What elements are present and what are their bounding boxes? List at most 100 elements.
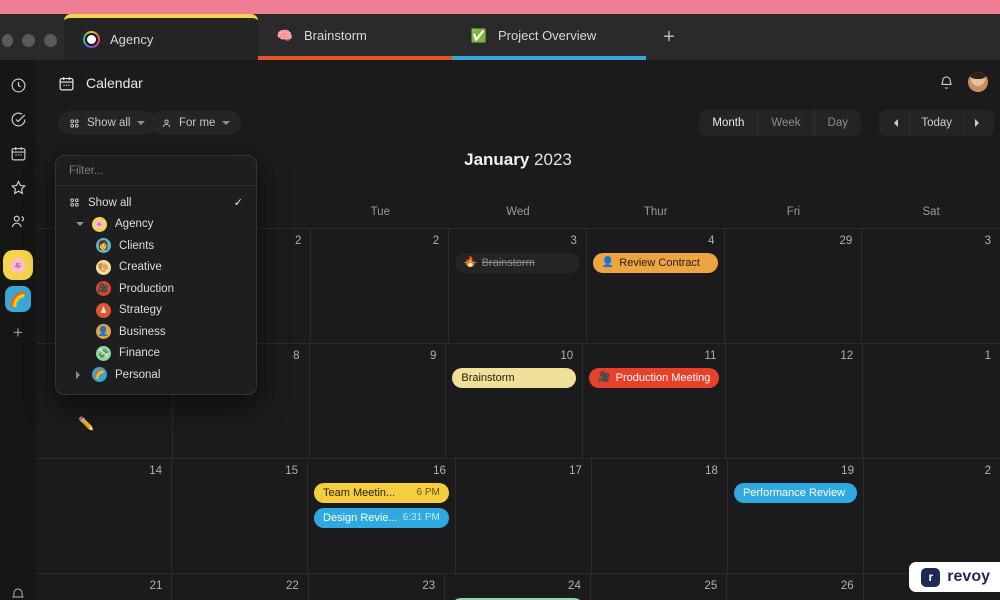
event-label: Brainstorm xyxy=(481,257,535,269)
popover-item-clients[interactable]: 👩 Clients xyxy=(56,235,256,257)
calendar-month: January xyxy=(464,150,530,169)
calendar-day-cell[interactable]: 16 Team Meetin... 6 PM Design Revie... 6:31 … xyxy=(308,459,456,573)
calendar-day-cell[interactable]: 3 🔥 Brainstorm xyxy=(449,229,587,343)
calendar-day-cell[interactable]: 23 xyxy=(309,574,446,600)
event-emoji-icon: 🔥 xyxy=(464,257,477,268)
calendar-week-row: 14 15 16 Team Meetin... 6 PM Design Revie... 6… xyxy=(36,459,1000,574)
calendar-day-cell[interactable]: 4 👤 Review Contract xyxy=(587,229,725,343)
calendar-day-cell[interactable]: 14 xyxy=(36,459,173,573)
calendar-day-number: 23 xyxy=(422,580,436,592)
popover-item-label: Strategy xyxy=(119,304,162,317)
close-button[interactable] xyxy=(2,34,13,47)
calendar-icon xyxy=(58,75,75,92)
calendar-day-cell[interactable]: 21 xyxy=(36,574,173,600)
popover-item-production[interactable]: 🎥 Production xyxy=(56,278,256,300)
calendar-day-cell[interactable]: 12 xyxy=(726,344,864,458)
popover-item-creative[interactable]: 🎨 Creative xyxy=(56,257,256,279)
calendar-day-cell[interactable]: 3 xyxy=(862,229,1000,343)
person-icon: 👩 xyxy=(96,238,111,254)
popover-item-label: Clients xyxy=(119,239,155,252)
calendar-day-cell[interactable]: 26 xyxy=(727,574,864,600)
next-period-button[interactable] xyxy=(964,110,994,136)
previous-period-button[interactable] xyxy=(879,110,911,136)
calendar-event[interactable]: Team Meetin... 6 PM xyxy=(314,483,449,503)
tab-label: Brainstorm xyxy=(304,27,367,43)
calendar-event[interactable]: Brainstorm xyxy=(452,368,577,388)
calendar-event[interactable]: Design Revie... 6:31 PM xyxy=(314,508,449,528)
calendar-day-cell[interactable]: 2 xyxy=(864,459,1000,573)
calendar-day-number: 14 xyxy=(149,465,163,477)
tab-agency[interactable]: Agency xyxy=(64,14,258,60)
add-workspace-button[interactable]: + xyxy=(0,316,36,350)
calendar-day-cell[interactable]: 18 xyxy=(592,459,728,573)
popover-group-agency[interactable]: 🌸 Agency xyxy=(56,214,256,236)
calendar-day-cell[interactable]: 24💸Budget Assessment xyxy=(445,574,591,600)
event-label: Brainstorm xyxy=(461,372,515,384)
tab-project-overview[interactable]: ✅ Project Overview xyxy=(452,14,646,60)
person-icon: 👤 xyxy=(96,324,111,340)
view-day-button[interactable]: Day xyxy=(815,110,861,136)
calendar-event[interactable]: 🎥 Production Meeting xyxy=(589,368,720,388)
view-month-button[interactable]: Month xyxy=(699,110,759,136)
calendar-day-cell[interactable]: 1 xyxy=(863,344,1000,458)
tab-label: Agency xyxy=(110,31,154,47)
zoom-button[interactable] xyxy=(44,34,57,47)
popover-show-all-label: Show all xyxy=(88,196,132,209)
calendar-day-events: 🔥 Brainstorm xyxy=(449,253,586,273)
chevron-down-icon xyxy=(137,120,146,129)
popover-show-all-row[interactable]: Show all ✓ xyxy=(56,192,256,214)
view-week-button[interactable]: Week xyxy=(758,110,815,136)
filter-input[interactable]: Filter... xyxy=(56,156,256,186)
calendar-day-cell[interactable]: 9 xyxy=(310,344,447,458)
calendar-day-number: 29 xyxy=(839,235,853,247)
avatar[interactable] xyxy=(968,72,988,92)
calendar-day-cell[interactable]: 15 xyxy=(172,459,309,573)
popover-item-strategy[interactable]: ♟ Strategy xyxy=(56,300,256,322)
dow-fri: Fri xyxy=(786,206,801,218)
calendar-day-cell[interactable]: 29 xyxy=(725,229,863,343)
chevron-right-icon[interactable] xyxy=(76,370,84,379)
people-icon[interactable] xyxy=(0,204,36,238)
show-all-filter-button[interactable]: Show all xyxy=(58,111,157,135)
minimize-button[interactable] xyxy=(22,34,35,47)
calendar-day-cell[interactable]: 22 xyxy=(172,574,309,600)
calendar-event[interactable]: Performance Review xyxy=(733,483,857,503)
today-button[interactable]: Today xyxy=(910,110,964,136)
popover-item-label: Production xyxy=(119,282,174,295)
workspace-agency[interactable]: 🌸 xyxy=(0,248,36,282)
dow-thur: Thur xyxy=(643,206,668,218)
chevron-left-icon xyxy=(890,119,899,127)
calendar-event[interactable]: 👤 Review Contract xyxy=(592,253,718,273)
for-me-filter-button[interactable]: For me xyxy=(150,111,242,135)
check-icon: ✓ xyxy=(233,197,243,210)
calendar-event[interactable]: 🔥 Brainstorm xyxy=(455,253,580,273)
app-window: Agency 🧠 Brainstorm ✅ Project Overview + xyxy=(0,0,1000,600)
recent-icon[interactable] xyxy=(0,68,36,102)
popover-item-finance[interactable]: 💸 Finance xyxy=(56,343,256,365)
event-label: Production Meeting xyxy=(615,372,711,384)
favorites-icon[interactable] xyxy=(0,170,36,204)
tab-label: Project Overview xyxy=(498,27,597,43)
calendar-day-cell[interactable]: 11 🎥 Production Meeting xyxy=(583,344,727,458)
event-label: Review Contract xyxy=(619,257,700,269)
calendar-day-cell[interactable]: 19 Performance Review xyxy=(728,459,864,573)
calendar-day-cell[interactable]: 2 xyxy=(311,229,450,343)
calendar-day-cell[interactable]: 25 xyxy=(591,574,728,600)
chevron-down-icon[interactable] xyxy=(76,221,84,230)
event-label: Performance Review xyxy=(742,487,846,499)
workspace-personal[interactable]: 🌈 xyxy=(0,282,36,316)
notifications-icon[interactable] xyxy=(0,578,36,600)
calendar-day-cell[interactable]: 10 Brainstorm xyxy=(446,344,584,458)
new-tab-button[interactable]: + xyxy=(650,14,688,60)
page-header: Calendar xyxy=(36,60,1000,106)
tasks-icon[interactable] xyxy=(0,102,36,136)
popover-group-personal[interactable]: 🌈 Personal xyxy=(56,364,256,386)
popover-item-business[interactable]: 👤 Business xyxy=(56,321,256,343)
notifications-icon[interactable] xyxy=(939,75,954,90)
calendar-day-number: 12 xyxy=(840,350,854,362)
calendar-day-cell[interactable]: 17 xyxy=(456,459,592,573)
calendar-icon[interactable] xyxy=(0,136,36,170)
rainbow-icon: 🌈 xyxy=(92,367,107,383)
tab-brainstorm[interactable]: 🧠 Brainstorm xyxy=(258,14,452,60)
calendar-day-number: 2 xyxy=(432,235,440,247)
